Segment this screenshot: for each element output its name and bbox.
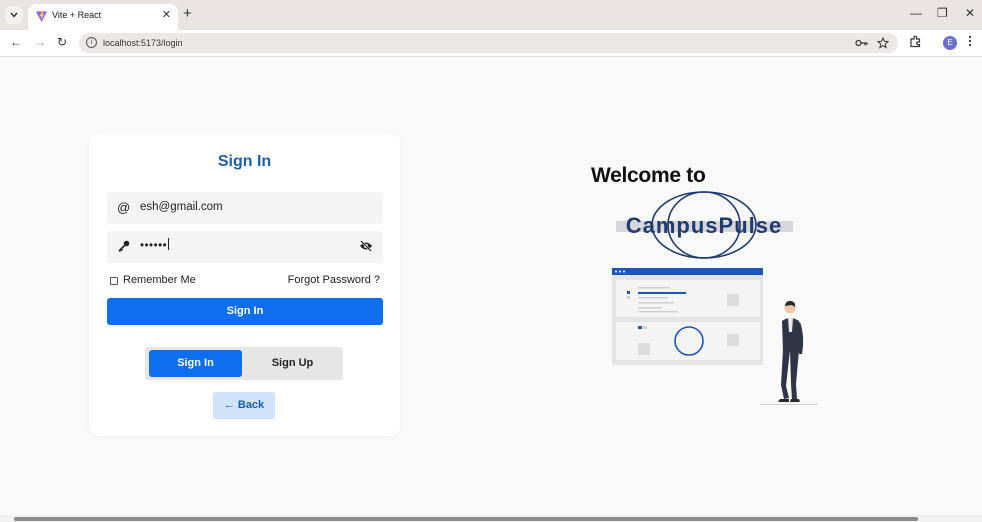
star-icon[interactable]	[877, 37, 889, 49]
address-bar[interactable]: i localhost:5173/login	[79, 33, 898, 53]
tab-sign-up[interactable]: Sign Up	[246, 350, 339, 377]
email-value[interactable]: esh@gmail.com	[140, 201, 223, 213]
horizontal-scrollbar[interactable]	[0, 515, 982, 522]
tab-close-icon[interactable]: ✕	[162, 8, 171, 21]
password-field[interactable]: ••••••	[107, 231, 383, 263]
back-nav-button[interactable]: ←	[10, 35, 22, 49]
profile-avatar[interactable]: E	[943, 36, 957, 50]
browser-tab-bar: Vite + React ✕ + — ❐ ✕	[0, 0, 982, 30]
password-dots: ••••••	[140, 240, 168, 252]
restore-button[interactable]: ❐	[937, 6, 948, 20]
tab-title: Vite + React	[52, 10, 102, 20]
vite-favicon-icon	[35, 10, 48, 23]
text-caret	[168, 238, 170, 250]
forgot-password-link[interactable]: Forgot Password ?	[288, 274, 380, 286]
forward-nav-button[interactable]: →	[34, 35, 46, 49]
kebab-icon[interactable]	[968, 35, 972, 47]
new-tab-button[interactable]: +	[183, 6, 192, 22]
welcome-heading: Welcome to	[591, 164, 706, 187]
browser-tab-active[interactable]: Vite + React ✕	[28, 4, 178, 30]
browser-toolbar: ← → ↻ i localhost:5173/login E	[0, 30, 982, 57]
illus-titlebar	[612, 268, 763, 275]
info-icon[interactable]: i	[86, 37, 97, 48]
remember-me-label[interactable]: Remember Me	[123, 274, 196, 286]
sign-in-submit-button[interactable]: Sign In	[107, 298, 383, 325]
dashboard-illustration	[612, 268, 818, 405]
logo-text: CampusPulse	[626, 213, 783, 238]
minimize-button[interactable]: —	[910, 6, 922, 20]
key-icon	[118, 240, 130, 252]
tab-sign-in[interactable]: Sign In	[149, 350, 242, 377]
login-card: Sign In @ esh@gmail.com •••••• Remember …	[89, 134, 400, 436]
campuspulse-logo: CampusPulse	[616, 191, 793, 259]
at-icon: @	[117, 200, 131, 215]
address-url[interactable]: localhost:5173/login	[103, 38, 183, 48]
email-field[interactable]: @ esh@gmail.com	[107, 192, 383, 224]
window-close-button[interactable]: ✕	[965, 6, 975, 20]
back-button[interactable]: ← Back	[213, 392, 275, 419]
tab-search-button[interactable]	[5, 6, 23, 24]
login-title: Sign In	[217, 153, 272, 170]
password-key-icon[interactable]	[855, 38, 868, 48]
puzzle-icon[interactable]	[909, 35, 922, 48]
reload-button[interactable]: ↻	[57, 35, 67, 49]
chevron-down-icon	[10, 12, 18, 18]
remember-me-checkbox[interactable]	[110, 277, 118, 285]
password-value[interactable]: ••••••	[140, 238, 170, 252]
auth-mode-toggle: Sign In Sign Up	[145, 347, 343, 380]
scrollbar-thumb[interactable]	[14, 517, 918, 521]
illus-person	[778, 300, 804, 402]
illus-ground	[760, 404, 818, 405]
eye-off-icon[interactable]	[359, 240, 373, 252]
